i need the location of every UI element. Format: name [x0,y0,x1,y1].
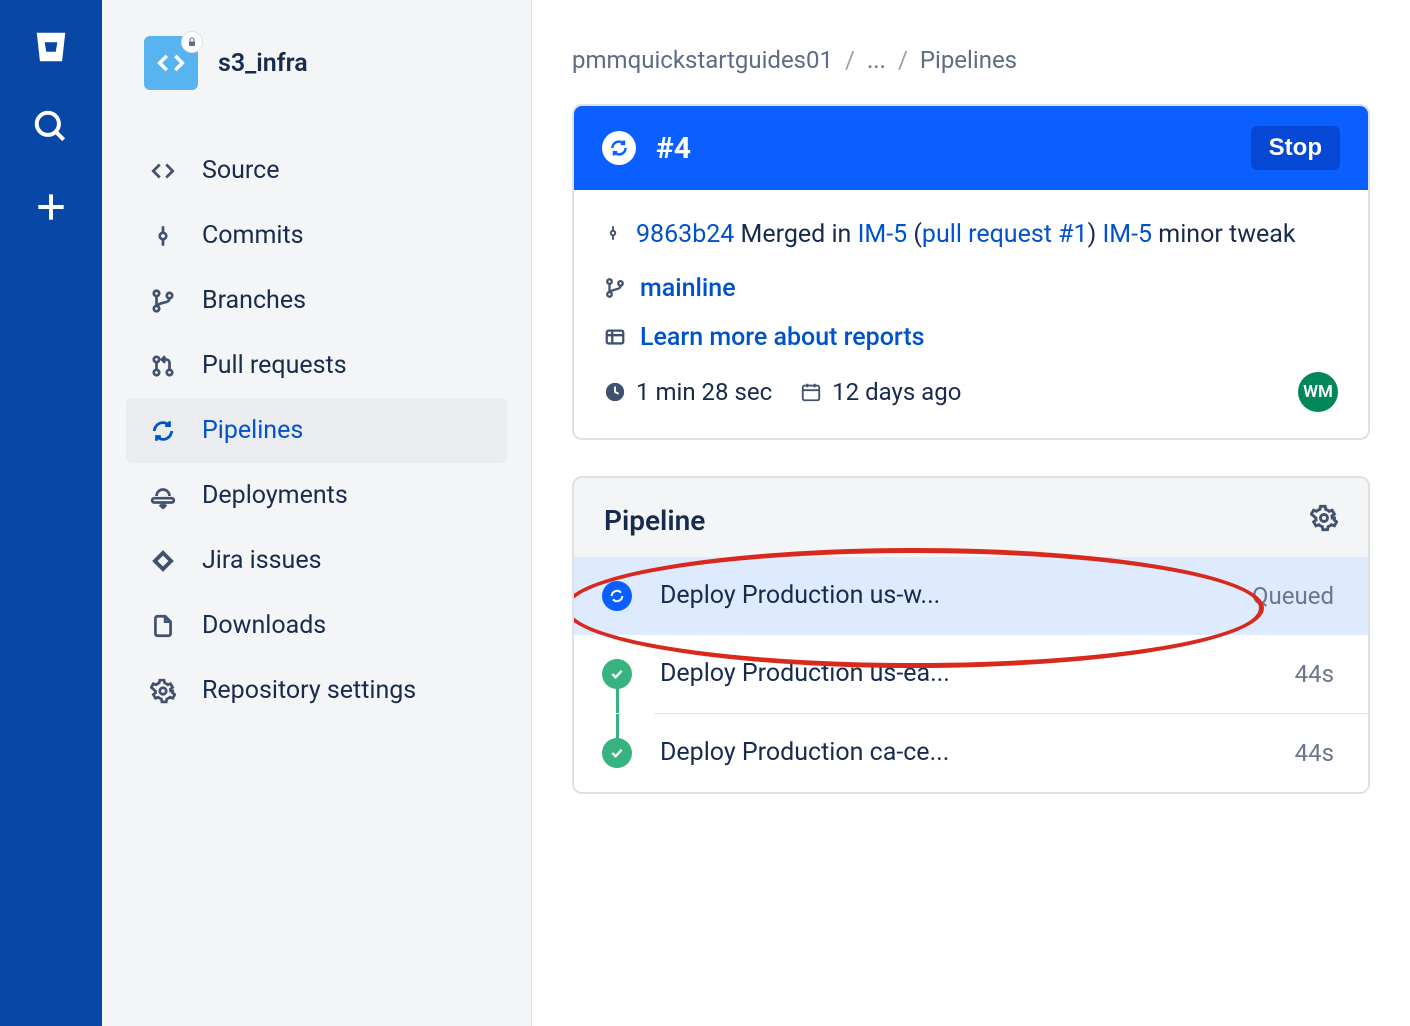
main-content: pmmquickstartguides01 / ... / Pipelines … [532,0,1410,1026]
step-name: Deploy Production ca-ce... [660,738,1267,767]
repo-name[interactable]: s3_infra [218,49,308,78]
sidebar-item-label: Repository settings [202,676,416,705]
pipeline-step[interactable]: Deploy Production us-ea... 44s [574,635,1368,713]
running-icon [602,131,636,165]
commit-branch-link[interactable]: IM-5 [858,220,908,249]
step-time: 44s [1295,660,1334,688]
run-panel: #4 Stop 9863b24 Merged in IM-5 (pull req… [572,104,1370,440]
repo-header: s3_infra [126,36,507,90]
meta-line: 1 min 28 sec 12 days ago WM [604,372,1338,412]
breadcrumb-separator: / [898,46,908,74]
sidebar-item-deployments[interactable]: Deployments [126,463,507,528]
bitbucket-logo-icon[interactable] [32,28,70,70]
step-time: 44s [1295,739,1334,767]
pipeline-steps: Deploy Production us-w... Queued Deploy … [574,557,1368,792]
run-header: #4 Stop [574,106,1368,190]
pipeline-step[interactable]: Deploy Production us-w... Queued [574,557,1368,635]
breadcrumb-workspace[interactable]: pmmquickstartguides01 [572,46,833,74]
pipeline-panel: Pipeline Deploy Production us-w... Queue… [572,476,1370,794]
stop-button[interactable]: Stop [1251,126,1340,170]
age-value: 12 days ago [832,378,961,406]
status-success-icon [602,659,632,689]
search-icon[interactable] [32,108,70,150]
commit-text: 9863b24 Merged in IM-5 (pull request #1)… [636,216,1338,254]
reports-link[interactable]: Learn more about reports [640,323,925,352]
run-number: #4 [656,131,1231,166]
global-nav [0,0,102,1026]
branch-link[interactable]: mainline [640,274,736,303]
gear-icon[interactable] [1310,504,1338,536]
pipeline-step[interactable]: Deploy Production ca-ce... 44s [574,714,1368,792]
sidebar-item-pull-requests[interactable]: Pull requests [126,333,507,398]
sidebar-item-label: Pipelines [202,416,303,445]
status-running-icon [602,581,632,611]
sidebar-item-source[interactable]: Source [126,138,507,203]
step-name: Deploy Production us-ea... [660,659,1267,688]
sidebar-item-label: Source [202,156,279,185]
sidebar-item-label: Branches [202,286,306,315]
branch-line: mainline [604,274,1338,303]
sidebar-item-label: Jira issues [202,546,321,575]
status-success-icon [602,738,632,768]
lock-icon [181,31,203,53]
breadcrumb-ellipsis[interactable]: ... [867,46,886,74]
commit-line: 9863b24 Merged in IM-5 (pull request #1)… [604,216,1338,254]
pipeline-heading: Pipeline [604,504,705,537]
duration-value: 1 min 28 sec [636,378,772,406]
run-body: 9863b24 Merged in IM-5 (pull request #1)… [574,190,1368,438]
sidebar-item-commits[interactable]: Commits [126,203,507,268]
sidebar: s3_infra Source Commits Branches Pull re… [102,0,532,1026]
sidebar-item-pipelines[interactable]: Pipelines [126,398,507,463]
sidebar-item-jira-issues[interactable]: Jira issues [126,528,507,593]
sidebar-item-label: Deployments [202,481,348,510]
pipeline-heading-row: Pipeline [574,478,1368,557]
commit-hash-link[interactable]: 9863b24 [636,220,734,249]
age: 12 days ago [800,378,961,406]
add-icon[interactable] [32,188,70,230]
repo-icon [144,36,198,90]
breadcrumb: pmmquickstartguides01 / ... / Pipelines [572,46,1370,74]
breadcrumb-separator: / [845,46,855,74]
issue-link[interactable]: IM-5 [1102,220,1152,249]
nav-list: Source Commits Branches Pull requests Pi… [126,138,507,723]
sidebar-item-label: Commits [202,221,304,250]
sidebar-item-label: Pull requests [202,351,347,380]
sidebar-item-downloads[interactable]: Downloads [126,593,507,658]
step-name: Deploy Production us-w... [660,581,1224,610]
sidebar-item-label: Downloads [202,611,326,640]
reports-line: Learn more about reports [604,323,1338,352]
avatar[interactable]: WM [1298,372,1338,412]
breadcrumb-current[interactable]: Pipelines [920,46,1017,74]
sidebar-item-branches[interactable]: Branches [126,268,507,333]
sidebar-item-repository-settings[interactable]: Repository settings [126,658,507,723]
duration: 1 min 28 sec [604,378,772,406]
step-status: Queued [1252,582,1334,610]
pr-link[interactable]: pull request #1 [922,220,1088,249]
